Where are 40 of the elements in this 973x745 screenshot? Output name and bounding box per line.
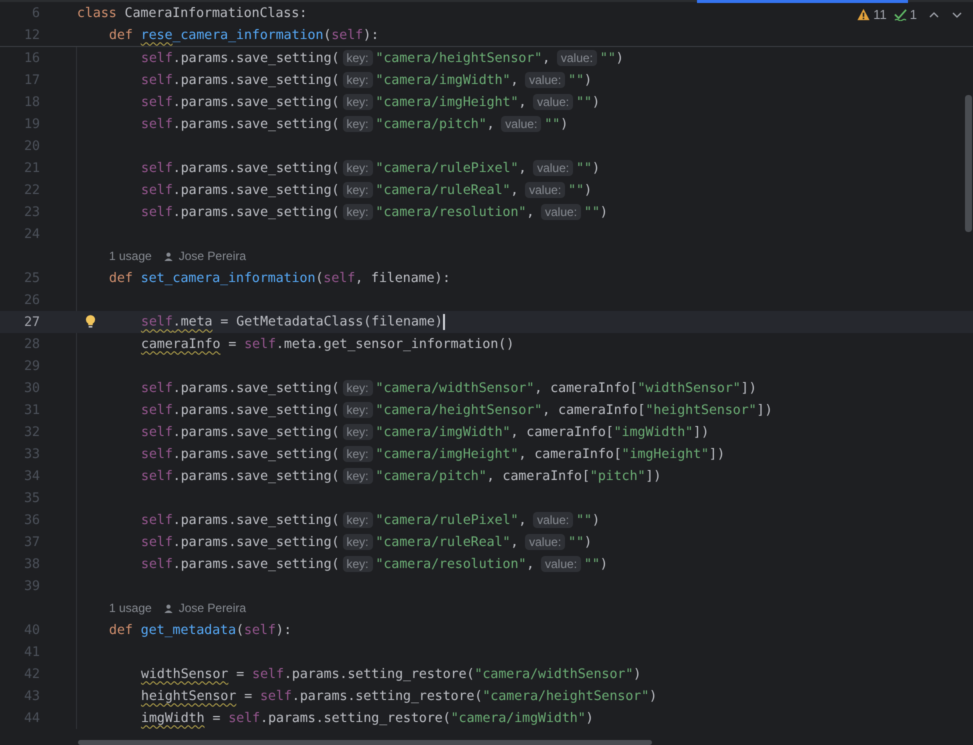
code-line: self.params.save_setting( key: "camera/resolution", value: "")	[141, 204, 608, 220]
weak-warning-count: 1	[910, 7, 917, 22]
code-line: self.params.save_setting( key: "camera/ruleReal", value: "")	[141, 182, 592, 198]
code-line: widthSensor = self.params.setting_restore("camera/widthSensor")	[141, 666, 642, 682]
scrollbar-thumb[interactable]	[78, 740, 652, 745]
code-line: self.params.save_setting( key: "camera/imgWidth", value: "")	[141, 72, 592, 88]
code-line: self.params.save_setting( key: "camera/heightSensor", cameraInfo["heightSensor"])	[141, 402, 773, 418]
check-icon[interactable]	[894, 8, 907, 21]
code-line: self.params.save_setting( key: "camera/imgHeight", value: "")	[141, 94, 600, 110]
chevron-up-icon[interactable]	[929, 12, 939, 18]
code-line: self.params.save_setting( key: "camera/rulePixel", value: "")	[141, 160, 600, 176]
code-line: self.params.save_setting( key: "camera/heightSensor", value: "")	[141, 50, 624, 66]
code-line: def rese_camera_information(self):	[109, 28, 379, 42]
code-line: self.params.save_setting( key: "camera/resolution", value: "")	[141, 556, 608, 572]
code-line: heightSensor = self.params.setting_restore("camera/heightSensor")	[141, 688, 658, 704]
code-line: class CameraInformationClass:	[77, 6, 308, 20]
scrollbar-thumb[interactable]	[965, 95, 972, 232]
code-line: self.params.save_setting( key: "camera/ruleReal", value: "")	[141, 534, 592, 550]
author-link[interactable]: Jose Pereira	[178, 249, 246, 263]
chevron-down-icon[interactable]	[952, 12, 962, 18]
code-line: imgWidth = self.params.setting_restore("camera/imgWidth")	[141, 710, 594, 726]
code-line: self.params.save_setting( key: "camera/rulePixel", value: "")	[141, 512, 600, 528]
code-line: self.params.save_setting( key: "camera/pitch", cameraInfo["pitch"])	[141, 468, 662, 484]
code-line: self.params.save_setting( key: "camera/imgHeight", cameraInfo["imgHeight"])	[141, 446, 725, 462]
lightbulb-icon[interactable]	[85, 314, 96, 329]
usages-link[interactable]: 1 usage	[109, 601, 152, 615]
code-line: self.meta = GetMetadataClass(filename)	[141, 314, 445, 330]
code-line: cameraInfo = self.meta.get_sensor_information()	[141, 336, 514, 352]
code-line: def set_camera_information(self, filename):	[109, 270, 450, 286]
warning-count: 11	[873, 7, 887, 22]
code-line: self.params.save_setting( key: "camera/imgWidth", cameraInfo["imgWidth"])	[141, 424, 710, 440]
usages-link[interactable]: 1 usage	[109, 249, 152, 263]
author-link[interactable]: Jose Pereira	[178, 601, 246, 615]
code-line: def get_metadata(self):	[109, 622, 292, 638]
code-line: self.params.save_setting( key: "camera/pitch", value: "")	[141, 116, 568, 132]
code-line: self.params.save_setting( key: "camera/widthSensor", cameraInfo["widthSensor"])	[141, 380, 757, 396]
person-icon	[164, 252, 173, 260]
person-icon	[164, 604, 173, 612]
warning-icon[interactable]	[857, 8, 870, 21]
line-number: 27	[23, 314, 40, 330]
